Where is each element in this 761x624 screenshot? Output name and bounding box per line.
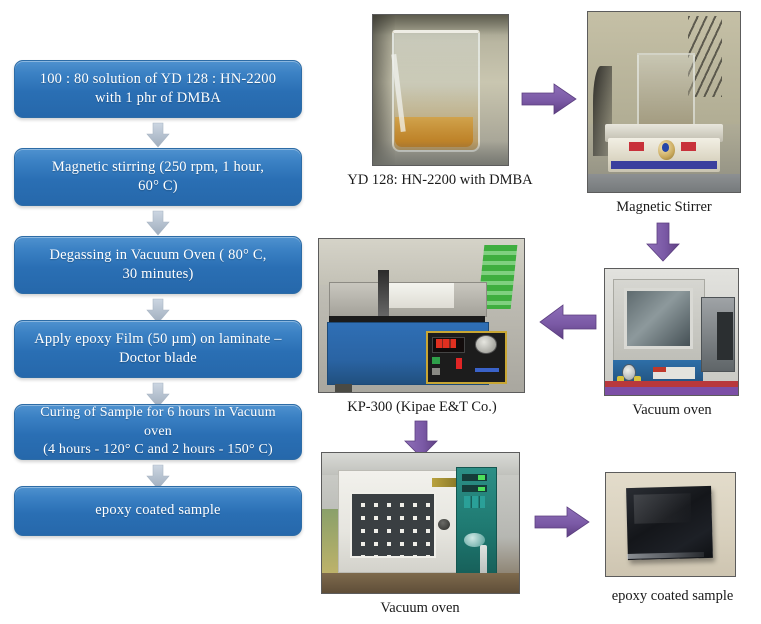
diagram-canvas: 100 : 80 solution of YD 128 : HN-2200 wi…	[0, 0, 761, 624]
flow-step-5: Curing of Sample for 6 hours in Vacuum o…	[14, 404, 302, 460]
flow-step-3-line-2: 30 minutes)	[122, 266, 194, 282]
flow-step-2-line-1: Magnetic stirring (250 rpm, 1 hour,	[51, 158, 265, 175]
connector-arrow-2	[145, 210, 171, 236]
arrow-stirrer-to-oven	[645, 222, 681, 262]
arrow-bigoven-to-sample	[534, 505, 590, 539]
flow-step-4-line-1: Apply epoxy Film (50 µm) on laminate –	[34, 330, 282, 347]
flow-step-2: Magnetic stirring (250 rpm, 1 hour, 60° …	[14, 148, 302, 206]
arrow-oven-to-kp300	[539, 303, 597, 341]
flow-step-5-line-1: Curing of Sample for 6 hours in Vacuum o…	[40, 405, 276, 439]
flow-step-3: Degassing in Vacuum Oven ( 80° C, 30 min…	[14, 236, 302, 294]
flow-step-6: epoxy coated sample	[14, 486, 302, 536]
flow-step-3-line-1: Degassing in Vacuum Oven ( 80° C,	[49, 246, 267, 263]
flow-step-5-line-2: (4 hours - 120° C and 2 hours - 150° C)	[43, 442, 273, 458]
photo-vacuum-oven-small	[604, 268, 739, 396]
photo-magnetic-stirrer	[587, 11, 741, 193]
connector-arrow-1	[145, 122, 171, 148]
flow-step-1: 100 : 80 solution of YD 128 : HN-2200 wi…	[14, 60, 302, 118]
photo-epoxy-sample	[605, 472, 736, 577]
flow-step-4: Apply epoxy Film (50 µm) on laminate – D…	[14, 320, 302, 378]
flow-step-1-line-1: 100 : 80 solution of YD 128 : HN-2200	[39, 70, 277, 87]
photo-vacuum-oven-large-caption: Vacuum oven	[380, 600, 460, 616]
flow-step-4-line-2: Doctor blade	[119, 350, 197, 366]
arrow-beaker-to-stirrer	[521, 82, 577, 116]
photo-vacuum-oven-small-caption: Vacuum oven	[632, 402, 712, 418]
photo-magnetic-stirrer-caption: Magnetic Stirrer	[616, 199, 712, 215]
photo-vacuum-oven-large	[321, 452, 520, 594]
flow-step-6-line-1: epoxy coated sample	[95, 502, 221, 519]
flow-step-1-line-2: with 1 phr of DMBA	[94, 90, 222, 106]
photo-beaker	[372, 14, 509, 166]
flow-step-2-line-2: 60° C)	[138, 178, 178, 194]
photo-epoxy-sample-caption: epoxy coated sample	[611, 588, 734, 604]
photo-beaker-caption: YD 128: HN-2200 with DMBA	[347, 172, 533, 188]
photo-kp300	[318, 238, 525, 393]
photo-kp300-caption: KP-300 (Kipae E&T Co.)	[347, 399, 497, 415]
